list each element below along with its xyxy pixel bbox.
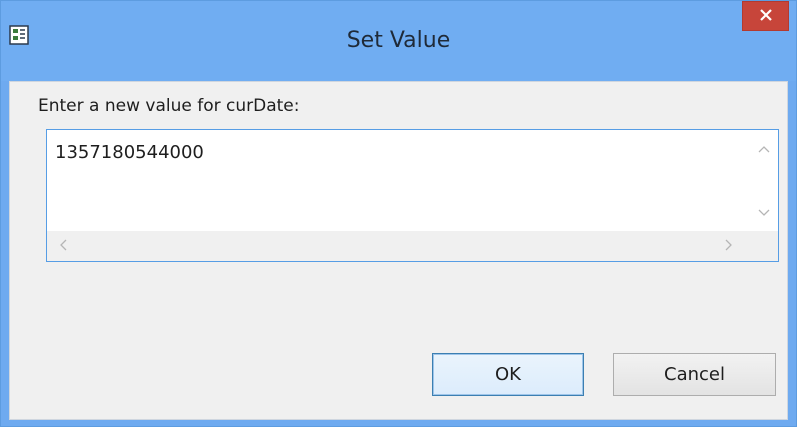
chevron-down-icon[interactable]: [758, 206, 770, 220]
ok-button[interactable]: OK: [432, 353, 584, 396]
value-text[interactable]: 1357180544000: [55, 142, 204, 164]
prompt-label: Enter a new value for curDate:: [38, 96, 300, 116]
vertical-scrollbar[interactable]: [748, 130, 778, 230]
title-bar[interactable]: Set Value: [1, 1, 796, 81]
chevron-up-icon[interactable]: [758, 142, 770, 156]
scrollbar-corner: [748, 231, 778, 261]
close-button[interactable]: [742, 1, 789, 31]
horizontal-scrollbar[interactable]: [47, 231, 748, 261]
set-value-dialog: Set Value Enter a new value for curDate:…: [0, 0, 797, 427]
dialog-title: Set Value: [346, 28, 451, 53]
value-textarea[interactable]: 1357180544000: [46, 129, 779, 262]
cancel-button[interactable]: Cancel: [613, 353, 776, 396]
close-icon: [759, 7, 773, 26]
chevron-right-icon[interactable]: [725, 239, 733, 254]
chevron-left-icon[interactable]: [59, 239, 67, 254]
